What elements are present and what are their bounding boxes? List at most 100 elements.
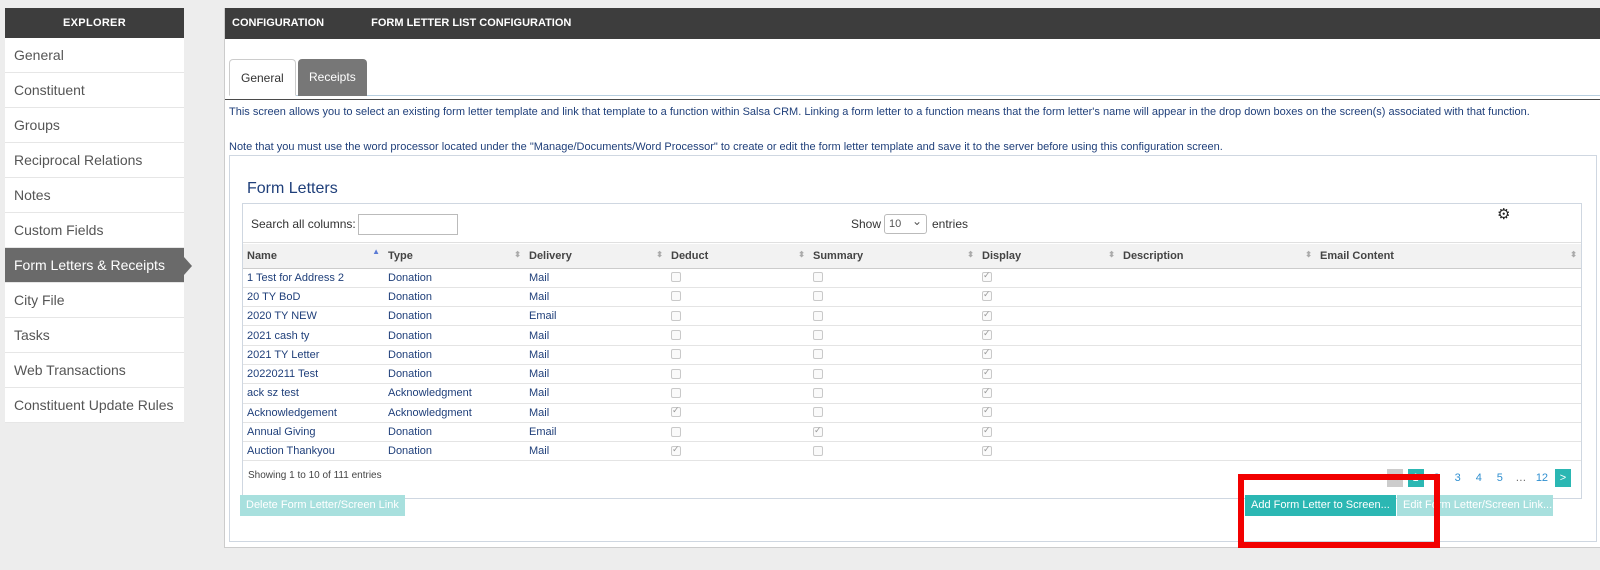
table-row[interactable]: 2020 TY NEW Donation Email bbox=[243, 306, 1581, 327]
pagination-page-12[interactable]: 12 bbox=[1534, 469, 1550, 487]
pagination-page-3[interactable]: 3 bbox=[1450, 469, 1466, 487]
summary-checkbox bbox=[813, 272, 823, 283]
column-header-deduct[interactable]: Deduct ⬍ bbox=[667, 244, 809, 269]
pagination-page-5[interactable]: 5 bbox=[1492, 469, 1508, 487]
cell-type: Donation bbox=[384, 422, 525, 443]
summary-checkbox bbox=[813, 349, 823, 360]
cell-name: ack sz test bbox=[243, 383, 384, 404]
sort-icon: ⬍ bbox=[656, 250, 663, 259]
cell-description bbox=[1119, 441, 1316, 462]
cell-type: Donation bbox=[384, 441, 525, 462]
cell-email-content bbox=[1316, 441, 1581, 462]
cell-name: 20220211 Test bbox=[243, 364, 384, 385]
column-header-summary[interactable]: Summary ⬍ bbox=[809, 244, 978, 269]
deduct-checkbox bbox=[671, 330, 681, 341]
table-row[interactable]: 2021 TY Letter Donation Mail bbox=[243, 345, 1581, 365]
tab-receipts[interactable]: Receipts bbox=[298, 59, 367, 96]
table-row[interactable]: Acknowledgement Acknowledgment Mail bbox=[243, 403, 1581, 423]
cell-name: Acknowledgement bbox=[243, 403, 384, 423]
display-checkbox bbox=[982, 309, 992, 321]
sidebar-item-groups[interactable]: Groups bbox=[5, 108, 184, 143]
table-row[interactable]: 2021 cash ty Donation Mail bbox=[243, 325, 1581, 346]
sidebar-item-reciprocal-relations[interactable]: Reciprocal Relations bbox=[5, 143, 184, 178]
search-input[interactable] bbox=[358, 214, 458, 235]
show-label: Show bbox=[851, 217, 882, 231]
cell-description bbox=[1119, 383, 1316, 404]
deduct-checkbox bbox=[671, 291, 681, 302]
form-letters-table: Name ▲ Type ⬍ Delivery ⬍ Deduct ⬍ Summary ⬍ D… bbox=[243, 244, 1581, 462]
column-header-name[interactable]: Name ▲ bbox=[243, 244, 384, 269]
cell-description bbox=[1119, 364, 1316, 385]
cell-type: Donation bbox=[384, 364, 525, 385]
cell-email-content bbox=[1316, 268, 1581, 288]
cell-type: Acknowledgment bbox=[384, 383, 525, 404]
cell-delivery: Mail bbox=[525, 345, 667, 365]
summary-checkbox bbox=[813, 330, 823, 341]
cell-description bbox=[1119, 268, 1316, 288]
summary-checkbox bbox=[813, 368, 823, 379]
entries-per-page-select[interactable]: 10 bbox=[884, 212, 927, 234]
display-checkbox bbox=[982, 270, 992, 283]
table-row[interactable]: Annual Giving Donation Email bbox=[243, 422, 1581, 443]
display-checkbox bbox=[982, 328, 992, 341]
explorer-sidebar: EXPLORER General Constituent Groups Reci… bbox=[5, 8, 192, 423]
sidebar-item-constituent[interactable]: Constituent bbox=[5, 73, 184, 108]
sidebar-item-custom-fields[interactable]: Custom Fields bbox=[5, 213, 184, 248]
display-checkbox bbox=[982, 289, 992, 302]
sidebar-item-web-transactions[interactable]: Web Transactions bbox=[5, 353, 184, 388]
display-checkbox bbox=[982, 444, 992, 456]
main-panel: CONFIGURATION FORM LETTER LIST CONFIGURA… bbox=[224, 8, 1600, 548]
sort-icon: ⬍ bbox=[514, 250, 521, 259]
cell-type: Acknowledgment bbox=[384, 403, 525, 423]
cell-email-content bbox=[1316, 364, 1581, 385]
cell-delivery: Mail bbox=[525, 364, 667, 385]
cell-type: Donation bbox=[384, 325, 525, 346]
table-body: 1 Test for Address 2DonationMail20 TY Bo… bbox=[243, 268, 1581, 462]
cell-description bbox=[1119, 325, 1316, 346]
cell-delivery: Mail bbox=[525, 268, 667, 288]
sidebar-item-tasks[interactable]: Tasks bbox=[5, 318, 184, 353]
display-checkbox bbox=[982, 386, 992, 398]
deduct-checkbox bbox=[671, 272, 681, 283]
deduct-checkbox bbox=[671, 387, 681, 398]
cell-delivery: Mail bbox=[525, 403, 667, 423]
cell-name: Auction Thankyou bbox=[243, 441, 384, 462]
sort-icon: ⬍ bbox=[1305, 250, 1312, 259]
table-row[interactable]: ack sz test Acknowledgment Mail bbox=[243, 383, 1581, 404]
sidebar-item-form-letters-receipts[interactable]: Form Letters & Receipts bbox=[5, 248, 192, 283]
deduct-checkbox bbox=[671, 349, 681, 360]
sidebar-item-city-file[interactable]: City File bbox=[5, 283, 184, 318]
sidebar-item-general[interactable]: General bbox=[5, 38, 184, 73]
table-row[interactable]: 1 Test for Address 2 Donation Mail bbox=[243, 268, 1581, 288]
display-checkbox bbox=[982, 367, 992, 379]
cell-name: Annual Giving bbox=[243, 422, 384, 443]
cell-email-content bbox=[1316, 383, 1581, 404]
summary-checkbox bbox=[813, 445, 823, 456]
table-row[interactable]: Auction Thankyou Donation Mail bbox=[243, 441, 1581, 462]
tab-general[interactable]: General bbox=[229, 59, 296, 96]
column-header-type[interactable]: Type ⬍ bbox=[384, 244, 525, 269]
breadcrumb-form-letter-list-configuration: FORM LETTER LIST CONFIGURATION bbox=[371, 17, 572, 29]
sidebar-item-constituent-update-rules[interactable]: Constituent Update Rules bbox=[5, 388, 184, 423]
delete-form-letter-screen-link-button[interactable]: Delete Form Letter/Screen Link bbox=[240, 495, 405, 516]
deduct-checkbox bbox=[671, 310, 681, 321]
pagination-page-4[interactable]: 4 bbox=[1471, 469, 1487, 487]
display-checkbox bbox=[982, 405, 992, 418]
top-bar: CONFIGURATION FORM LETTER LIST CONFIGURA… bbox=[225, 8, 1600, 39]
pagination-next-button[interactable]: > bbox=[1555, 469, 1571, 487]
cell-delivery: Mail bbox=[525, 325, 667, 346]
breadcrumb-configuration[interactable]: CONFIGURATION bbox=[232, 17, 324, 29]
gear-icon[interactable]: ⚙ bbox=[1497, 205, 1510, 223]
summary-checkbox bbox=[813, 387, 823, 398]
sidebar-item-notes[interactable]: Notes bbox=[5, 178, 184, 213]
column-header-display[interactable]: Display ⬍ bbox=[978, 244, 1119, 269]
table-row[interactable]: 20 TY BoD Donation Mail bbox=[243, 287, 1581, 308]
sort-icon: ⬍ bbox=[967, 250, 974, 259]
cell-delivery: Email bbox=[525, 306, 667, 327]
column-header-email-content[interactable]: Email Content ⬍ bbox=[1316, 244, 1581, 269]
column-header-description[interactable]: Description ⬍ bbox=[1119, 244, 1316, 269]
pagination-ellipsis: … bbox=[1515, 472, 1527, 484]
cell-description bbox=[1119, 345, 1316, 365]
table-row[interactable]: 20220211 Test Donation Mail bbox=[243, 364, 1581, 385]
column-header-delivery[interactable]: Delivery ⬍ bbox=[525, 244, 667, 269]
